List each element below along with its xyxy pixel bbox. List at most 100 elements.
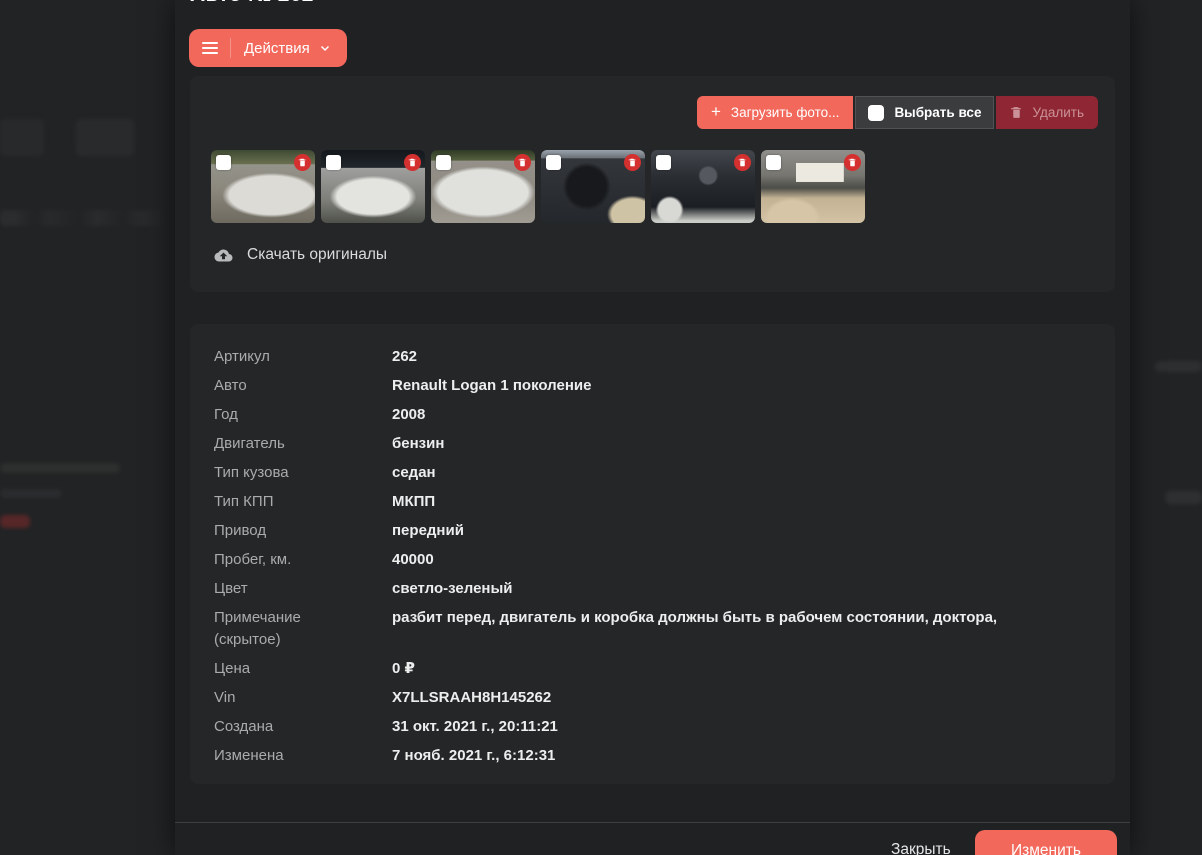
photo-thumbnail[interactable]	[761, 150, 865, 223]
detail-row: Цвет светло-зеленый	[214, 578, 1091, 600]
chevron-down-icon	[319, 42, 331, 54]
detail-row: Двигатель бензин	[214, 433, 1091, 455]
photo-delete-button[interactable]	[844, 154, 861, 171]
photos-card: + Загрузить фото... Выбрать все Удалить	[190, 76, 1115, 292]
detail-row: Привод передний	[214, 520, 1091, 542]
trash-icon	[298, 158, 306, 167]
select-all-checkbox[interactable]	[868, 104, 885, 121]
trash-icon	[518, 158, 526, 167]
download-originals-label: Скачать оригиналы	[247, 246, 388, 263]
photo-checkbox[interactable]	[216, 155, 231, 170]
detail-row: Vin X7LLSRAAH8H145262	[214, 687, 1091, 709]
photo-thumbnail[interactable]	[651, 150, 755, 223]
background-text-fragment	[0, 489, 62, 498]
plus-icon: +	[710, 102, 721, 121]
photo-delete-button[interactable]	[514, 154, 531, 171]
select-all-button[interactable]: Выбрать все	[855, 96, 995, 129]
detail-row: Цена 0 ₽	[214, 658, 1091, 680]
trash-icon	[1011, 107, 1022, 118]
detail-value: 7 нояб. 2021 г., 6:12:31	[392, 747, 556, 764]
background-text-fragment	[1155, 361, 1202, 372]
cloud-upload-icon	[214, 249, 233, 261]
detail-label: Тип кузова	[214, 464, 289, 481]
detail-label: Артикул	[214, 348, 270, 365]
select-all-label: Выбрать все	[894, 105, 982, 120]
detail-row: Изменена 7 нояб. 2021 г., 6:12:31	[214, 745, 1091, 767]
photo-thumbnail[interactable]	[541, 150, 645, 223]
background-button-fragment	[76, 119, 134, 156]
detail-label: Примечание (скрытое)	[214, 609, 301, 648]
screen: Авто № 262 Действия + Загрузить фото... …	[0, 0, 1202, 855]
close-button[interactable]: Закрыть	[881, 832, 961, 855]
photo-thumbnails	[211, 150, 865, 223]
actions-button-label: Действия	[244, 39, 310, 57]
photo-delete-button[interactable]	[734, 154, 751, 171]
actions-dropdown-button[interactable]: Действия	[189, 29, 347, 67]
photo-checkbox[interactable]	[656, 155, 671, 170]
download-originals-link[interactable]: Скачать оригиналы	[208, 245, 393, 265]
photo-thumbnail[interactable]	[431, 150, 535, 223]
detail-value: светло-зеленый	[392, 580, 513, 597]
photo-delete-button[interactable]	[294, 154, 311, 171]
detail-value: 2008	[392, 406, 426, 423]
menu-icon	[202, 42, 218, 54]
detail-value: разбит перед, двигатель и коробка должны…	[392, 609, 998, 626]
detail-row: Тип КПП МКПП	[214, 491, 1091, 513]
trash-icon	[738, 158, 746, 167]
detail-value: Renault Logan 1 поколение	[392, 377, 592, 394]
detail-value: седан	[392, 464, 436, 481]
detail-label: Создана	[214, 718, 274, 735]
photo-delete-button[interactable]	[404, 154, 421, 171]
detail-label: Год	[214, 406, 238, 423]
detail-value: МКПП	[392, 493, 436, 510]
footer-divider	[175, 822, 1130, 823]
modal-title: Авто № 262	[190, 0, 314, 7]
background-text-fragment	[0, 463, 120, 473]
detail-row: Создана 31 окт. 2021 г., 20:11:21	[214, 716, 1091, 738]
background-text-fragment	[1165, 491, 1202, 504]
detail-label: Двигатель	[214, 435, 285, 452]
edit-button[interactable]: Изменить	[975, 830, 1117, 855]
detail-value: передний	[392, 522, 464, 539]
detail-label: Авто	[214, 377, 247, 394]
detail-label: Изменена	[214, 747, 284, 764]
detail-row: Пробег, км. 40000	[214, 549, 1091, 571]
detail-row: Примечание (скрытое) разбит перед, двига…	[214, 607, 1091, 651]
upload-photo-button[interactable]: + Загрузить фото...	[696, 96, 854, 129]
detail-label: Vin	[214, 689, 236, 706]
photo-thumbnail[interactable]	[211, 150, 315, 223]
divider	[230, 38, 231, 58]
detail-label: Пробег, км.	[214, 551, 292, 568]
upload-photo-label: Загрузить фото...	[730, 105, 840, 120]
detail-value: 0 ₽	[392, 660, 415, 677]
photo-checkbox[interactable]	[436, 155, 451, 170]
detail-value: 40000	[392, 551, 434, 568]
detail-label: Цена	[214, 660, 251, 677]
delete-photos-label: Удалить	[1032, 105, 1084, 120]
detail-value: 31 окт. 2021 г., 20:11:21	[392, 718, 558, 735]
photo-thumbnail[interactable]	[321, 150, 425, 223]
photo-checkbox[interactable]	[766, 155, 781, 170]
background-button-fragment	[0, 119, 44, 156]
photo-checkbox[interactable]	[546, 155, 561, 170]
photo-checkbox[interactable]	[326, 155, 341, 170]
trash-icon	[408, 158, 416, 167]
detail-row: Год 2008	[214, 404, 1091, 426]
background-red-badge-fragment	[0, 515, 30, 528]
detail-value: 262	[392, 348, 418, 365]
trash-icon	[848, 158, 856, 167]
details-card: Артикул 262 Авто Renault Logan 1 поколен…	[190, 324, 1115, 784]
detail-row: Авто Renault Logan 1 поколение	[214, 375, 1091, 397]
detail-label: Привод	[214, 522, 267, 539]
detail-value: бензин	[392, 435, 445, 452]
trash-icon	[628, 158, 636, 167]
photos-toolbar: + Загрузить фото... Выбрать все Удалить	[696, 96, 1098, 129]
detail-label: Тип КПП	[214, 493, 274, 510]
detail-value: X7LLSRAAH8H145262	[392, 689, 552, 706]
background-text-fragment	[0, 210, 176, 226]
delete-photos-button[interactable]: Удалить	[996, 96, 1098, 129]
detail-row: Тип кузова седан	[214, 462, 1091, 484]
car-details-modal: Авто № 262 Действия + Загрузить фото... …	[175, 0, 1130, 855]
detail-label: Цвет	[214, 580, 248, 597]
photo-delete-button[interactable]	[624, 154, 641, 171]
